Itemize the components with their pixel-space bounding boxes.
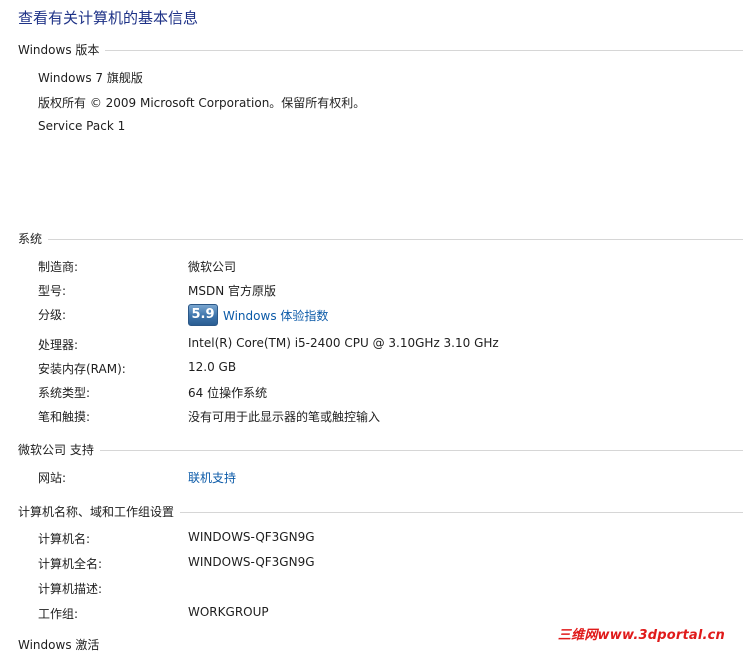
experience-index-score-badge[interactable]: 5.9 [188,304,218,326]
windows-edition-name: Windows 7 旗舰版 [38,71,143,85]
system-type-value: 64 位操作系统 [188,386,268,400]
section-divider [105,50,743,51]
rating-label: 分级: [38,308,67,322]
section-divider [180,512,743,513]
pen-touch-value: 没有可用于此显示器的笔或触控输入 [188,410,381,424]
website-label: 网站: [38,471,67,485]
model-label: 型号: [38,284,67,298]
section-heading: Windows 版本 [18,42,100,57]
ram-label: 安装内存(RAM): [38,362,126,376]
section-heading: 微软公司 支持 [18,442,94,457]
page-title: 查看有关计算机的基本信息 [18,9,199,27]
manufacturer-label: 制造商: [38,260,79,274]
system-type-label: 系统类型: [38,386,91,400]
manufacturer-value: 微软公司 [188,260,237,274]
processor-label: 处理器: [38,338,79,352]
experience-index-link[interactable]: Windows 体验指数 [223,307,328,324]
section-header-system: 系统 [18,230,743,246]
section-header-windows-edition: Windows 版本 [18,41,743,57]
section-heading: 计算机名称、域和工作组设置 [18,504,175,519]
copyright-text: 版权所有 © 2009 Microsoft Corporation。保留所有权利… [38,96,366,110]
section-header-support: 微软公司 支持 [18,441,743,457]
computer-name-value: WINDOWS-QF3GN9G [188,530,315,544]
online-support-link[interactable]: 联机支持 [188,469,236,486]
service-pack-text: Service Pack 1 [38,119,126,133]
computer-description-label: 计算机描述: [38,582,103,596]
section-divider [48,239,743,240]
full-computer-name-label: 计算机全名: [38,557,103,571]
section-divider [99,450,743,451]
computer-name-label: 计算机名: [38,532,91,546]
site-watermark: 三维网www.3dportal.cn [557,628,725,643]
pen-touch-label: 笔和触摸: [38,410,91,424]
processor-value: Intel(R) Core(TM) i5-2400 CPU @ 3.10GHz … [188,336,499,350]
workgroup-value: WORKGROUP [188,605,269,619]
ram-value: 12.0 GB [188,360,237,374]
section-heading: 系统 [18,231,43,246]
workgroup-label: 工作组: [38,607,79,621]
model-value: MSDN 官方原版 [188,284,277,298]
full-computer-name-value: WINDOWS-QF3GN9G [188,555,315,569]
section-header-computer-name: 计算机名称、域和工作组设置 [18,503,743,519]
